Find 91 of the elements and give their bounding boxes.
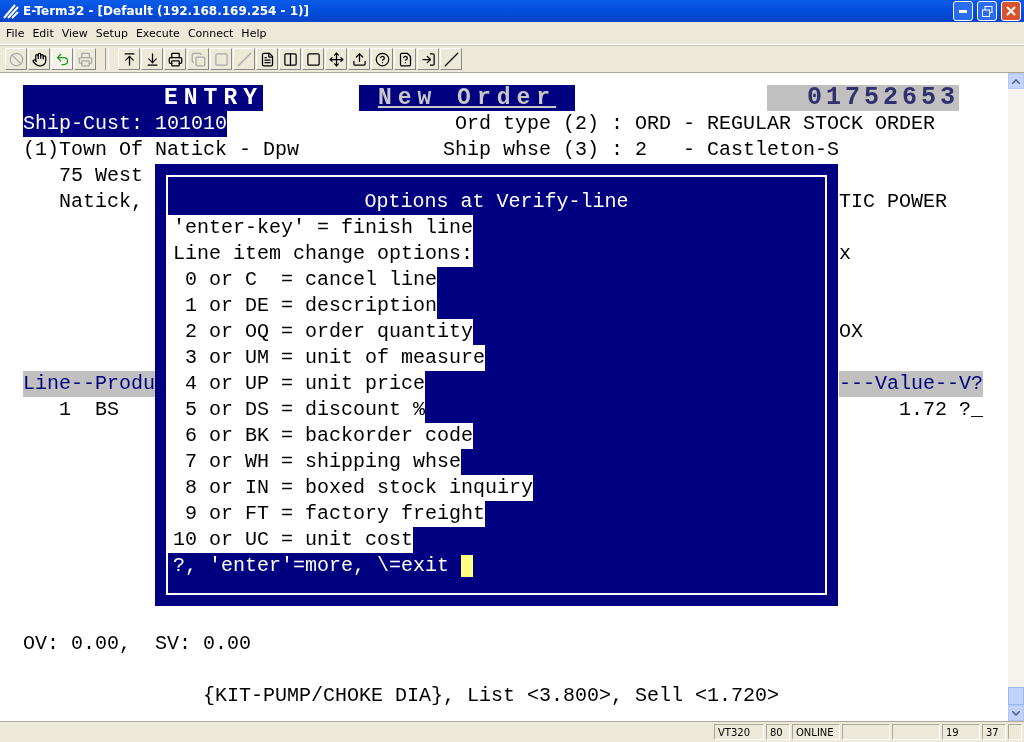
file-icon xyxy=(397,51,413,67)
option-text: 9 or FT = factory freight xyxy=(168,501,486,527)
terminal-text: New Order xyxy=(359,85,575,111)
curved-arrow-button[interactable] xyxy=(51,48,73,70)
help-button[interactable] xyxy=(371,48,393,70)
menu-item[interactable]: View xyxy=(57,26,92,40)
printer-icon xyxy=(77,51,93,67)
menu-item[interactable]: Connect xyxy=(183,26,238,40)
screen-width-button[interactable] xyxy=(302,48,324,70)
restore-icon xyxy=(981,5,993,17)
option-text: 0 or C = cancel line xyxy=(168,267,438,293)
option-text: 5 or DS = discount % xyxy=(168,397,426,423)
option-text: 2 or OQ = order quantity xyxy=(168,319,474,345)
text-cursor xyxy=(461,555,474,577)
download-text-button[interactable] xyxy=(141,48,163,70)
terminal-text: Ord type (2) : ORD - REGULAR STOCK ORDER xyxy=(455,111,935,137)
terminal-text: (1)Town Of Natick - Dpw xyxy=(23,137,299,163)
stop-icon xyxy=(8,51,24,67)
menu-item[interactable]: Edit xyxy=(28,26,58,40)
help-icon xyxy=(374,51,390,67)
option-text: 10 or UC = unit cost xyxy=(168,527,414,553)
option-text: 8 or IN = boxed stock inquiry xyxy=(168,475,534,501)
option-text: Line item change options: xyxy=(168,241,474,267)
document-button[interactable] xyxy=(256,48,278,70)
terminal-text: BS xyxy=(95,397,119,423)
terminal-text: ---Value--V? xyxy=(839,371,983,397)
option-text: 3 or UM = unit of measure xyxy=(168,345,486,371)
terminal-text: ENTRY xyxy=(23,85,263,111)
terminal-text: 101010 xyxy=(155,111,227,137)
scroll-thumb[interactable] xyxy=(1008,687,1024,705)
move-icon xyxy=(328,51,344,67)
upload-text-button[interactable] xyxy=(118,48,140,70)
prompt-text: ?, 'enter'=more, \=exit xyxy=(172,553,450,579)
terminal-text: Natick, xyxy=(59,189,143,215)
hand-icon xyxy=(31,51,47,67)
terminal-text: x xyxy=(839,241,851,267)
menu-item[interactable]: Setup xyxy=(91,26,132,40)
caret-up-icon xyxy=(1012,78,1020,84)
keyboard-upload-button[interactable] xyxy=(348,48,370,70)
scrollbar[interactable] xyxy=(1008,73,1024,721)
terminal-text: Ship whse (3) : 2 - Castleton-S xyxy=(443,137,839,163)
minimize-button[interactable] xyxy=(953,1,973,21)
status-field: ONLINE xyxy=(792,724,840,740)
close-icon xyxy=(1006,6,1016,16)
terminal-text: TIC POWER xyxy=(839,189,947,215)
option-text: 7 or WH = shipping whse xyxy=(168,449,462,475)
app-logo-icon xyxy=(3,3,19,19)
curved-arrow-icon xyxy=(54,51,70,67)
copy-icon xyxy=(190,51,206,67)
terminal-text: 1.72 ?_ xyxy=(899,397,983,423)
printer-icon xyxy=(167,51,183,67)
scroll-up-button[interactable] xyxy=(1008,73,1024,89)
terminal-text: 1 xyxy=(59,397,71,423)
terminal-text: 01752653 xyxy=(767,85,959,111)
terminal-text: Ship-Cust: xyxy=(23,111,155,137)
paste-button[interactable] xyxy=(210,48,232,70)
terminal-text: {KIT-PUMP/CHOKE DIA}, List <3.800>, Sell <1.720> xyxy=(203,683,779,709)
logo-button[interactable] xyxy=(440,48,462,70)
file-button[interactable] xyxy=(394,48,416,70)
exit-door-button[interactable] xyxy=(417,48,439,70)
caret-down-icon xyxy=(1012,710,1020,716)
status-field xyxy=(892,724,940,740)
window-title: E-Term32 - [Default (192.168.169.254 - 1)] xyxy=(23,4,311,18)
option-text: 1 or DE = description xyxy=(168,293,438,319)
columns-icon xyxy=(282,51,298,67)
hand-button[interactable] xyxy=(28,48,50,70)
move-button[interactable] xyxy=(325,48,347,70)
dialog-title: Options at Verify-line xyxy=(363,189,630,215)
terminal-text: Line--Produ xyxy=(23,371,155,397)
terminal-text: OV: 0.00, SV: 0.00 xyxy=(23,631,251,657)
minimize-icon xyxy=(959,9,967,13)
document-icon xyxy=(259,51,275,67)
menu-item[interactable]: Help xyxy=(237,26,271,40)
menu-item[interactable]: File xyxy=(2,26,29,40)
option-text: 6 or BK = backorder code xyxy=(168,423,474,449)
status-field: 37 xyxy=(982,724,1006,740)
terminal-text: 75 West xyxy=(59,163,143,189)
terminal-text: OX xyxy=(839,319,863,345)
status-field xyxy=(842,724,890,740)
option-text: 4 or UP = unit price xyxy=(168,371,426,397)
restore-button[interactable] xyxy=(977,1,997,21)
scroll-down-button[interactable] xyxy=(1008,705,1024,721)
status-field: 19 xyxy=(942,724,980,740)
status-field: 80 xyxy=(766,724,790,740)
status-field: VT320 xyxy=(714,724,764,740)
menu-item[interactable]: Execute xyxy=(131,26,184,40)
option-text: 'enter-key' = finish line xyxy=(168,215,474,241)
printer-button[interactable] xyxy=(164,48,186,70)
columns-button[interactable] xyxy=(279,48,301,70)
close-button[interactable] xyxy=(1001,1,1021,21)
status-field xyxy=(1008,724,1022,740)
